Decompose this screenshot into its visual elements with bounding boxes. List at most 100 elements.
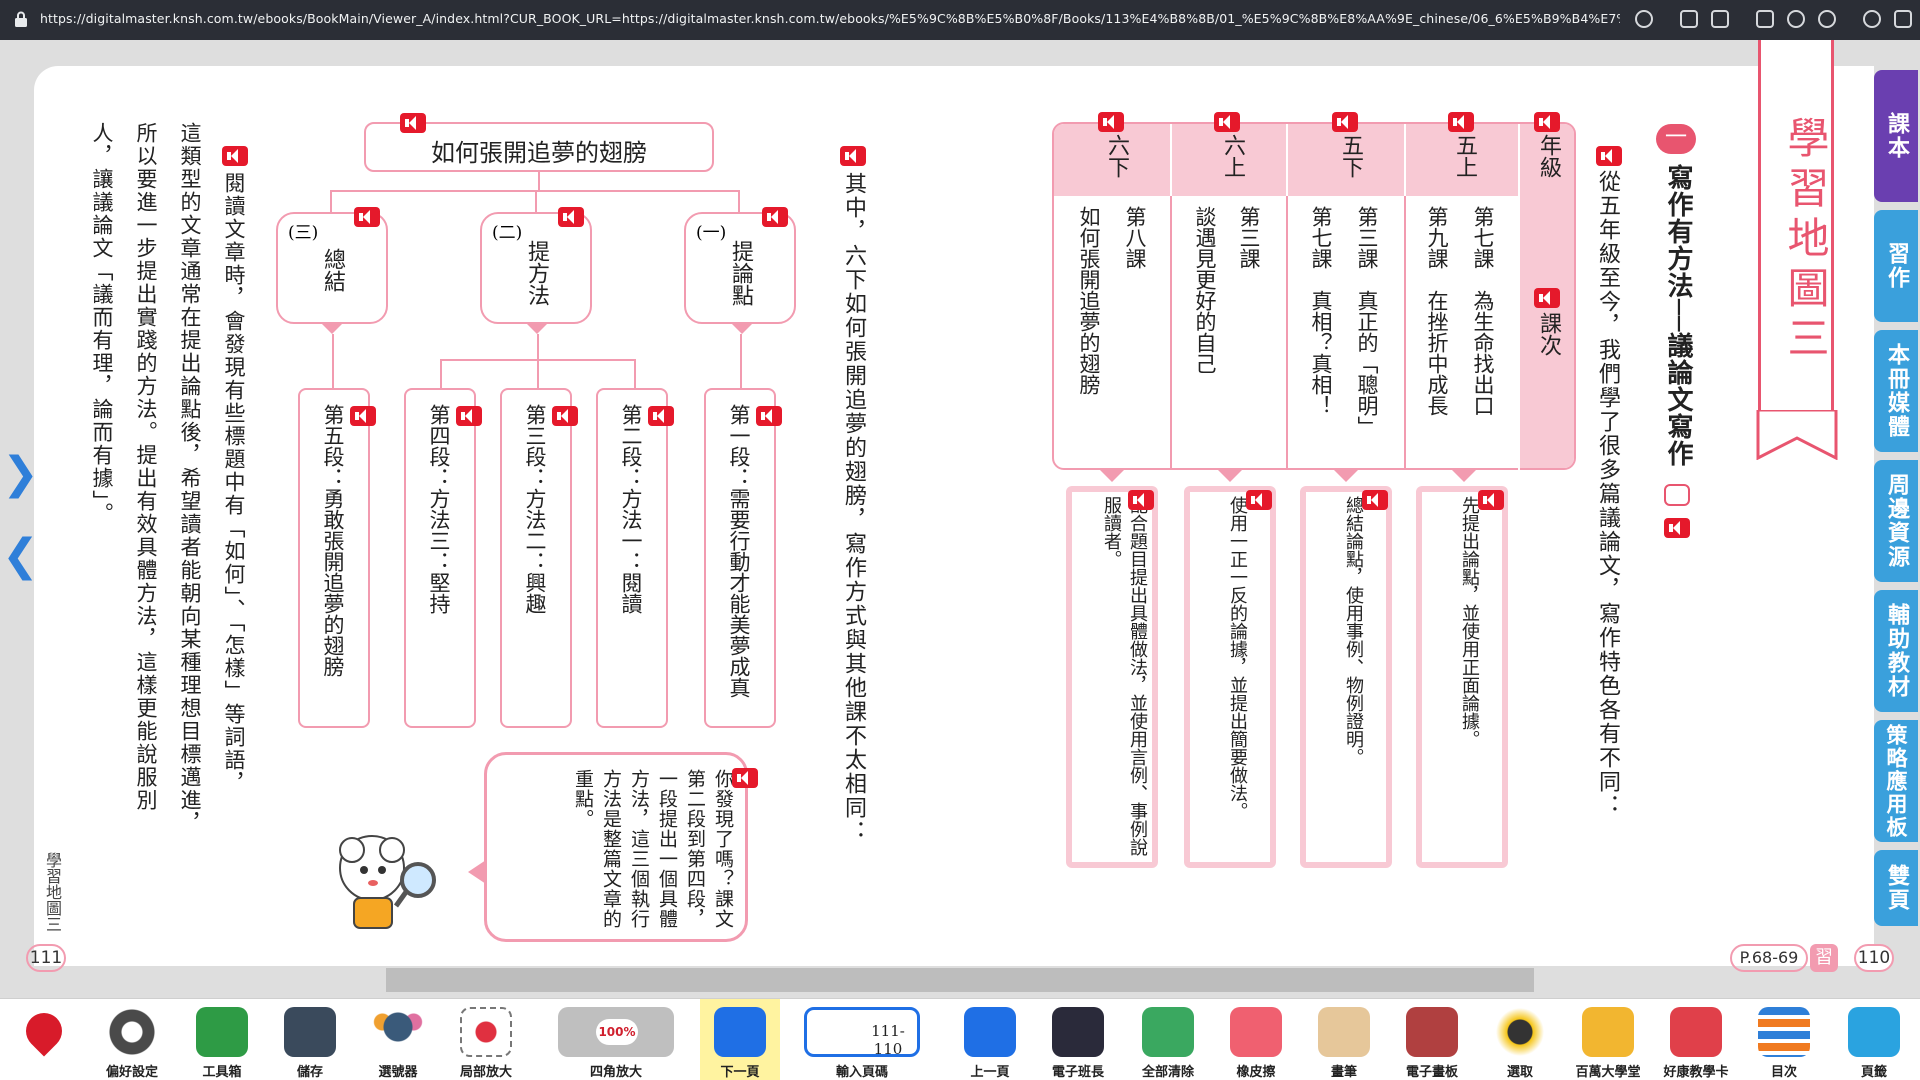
tab-strategy-board[interactable]: 策略應用板 xyxy=(1874,720,1918,842)
tool-bookmark[interactable]: 頁籤 xyxy=(1834,999,1914,1080)
body-column: 人，讓議論文「議而有理，論而有據」。 xyxy=(90,122,114,526)
tool-preferences[interactable]: 偏好設定 xyxy=(92,999,172,1080)
zoom-badge: 100% xyxy=(596,1019,638,1045)
save-icon xyxy=(284,1007,336,1057)
connector-line xyxy=(538,172,540,192)
paragraph-box-2: 第二段：方法一：閱讀 xyxy=(596,388,668,728)
tool-local-zoom[interactable]: 局部放大 xyxy=(446,999,526,1080)
book-spread: 如何張開追夢的翅膀 (一) 提論點 (二) 提方法 (三) 總結 第一段：需要行… xyxy=(0,0,1920,1080)
palette-icon xyxy=(1318,1007,1370,1057)
tool-million-class[interactable]: 百萬大學堂 xyxy=(1568,999,1648,1080)
tool-label: 百萬大學堂 xyxy=(1575,1065,1641,1080)
page-input-icon: 111-110 xyxy=(804,1007,920,1058)
speaker-icon[interactable] xyxy=(1478,490,1504,510)
speaker-icon[interactable] xyxy=(1214,112,1240,132)
paragraph-text: 第五段：勇敢張開追夢的翅膀 xyxy=(321,404,345,677)
title-banner: 學習地圖三 xyxy=(1758,40,1834,452)
tool-label: 橡皮擦 xyxy=(1236,1065,1276,1080)
tool-teaching-cards[interactable]: 好康教學卡 xyxy=(1656,999,1736,1080)
speaker-icon[interactable] xyxy=(1534,112,1560,132)
zoom-percent-icon: 100% xyxy=(558,1007,674,1057)
tab-resources[interactable]: 周邊資源 xyxy=(1874,460,1918,582)
tool-prev-page[interactable]: 上一頁 xyxy=(950,999,1030,1080)
banner-tail xyxy=(1756,410,1838,460)
speaker-icon[interactable] xyxy=(1448,112,1474,132)
speaker-icon[interactable] xyxy=(756,406,782,426)
tool-class-leader[interactable]: 電子班長 xyxy=(1038,999,1118,1080)
note-card: 使用一正一反的論據，並提出簡要做法。 xyxy=(1184,486,1276,868)
connector-line xyxy=(332,334,334,388)
note-card: 配合題目提出具體做法，並使用言例、事例說服讀者。 xyxy=(1066,486,1158,868)
speaker-icon[interactable] xyxy=(1362,490,1388,510)
speaker-icon[interactable] xyxy=(1664,518,1690,538)
lesson-cell: 第七課 為生命找出口 xyxy=(1471,206,1495,416)
tab-materials[interactable]: 輔助教材 xyxy=(1874,590,1918,712)
connector-line xyxy=(537,359,539,389)
note-text: 使用一正一反的論據，並提出簡要做法。 xyxy=(1227,496,1248,820)
body-column: 所以要進一步提出實踐的方法。提出有效具體方法，這樣更能說服別 xyxy=(134,122,158,812)
tool-pen[interactable]: 畫筆 xyxy=(1304,999,1384,1080)
table-header-row xyxy=(1054,124,1574,196)
easel-icon xyxy=(1406,1007,1458,1057)
tool-label: 局部放大 xyxy=(459,1065,512,1080)
arrow-down-icon xyxy=(1334,470,1358,482)
lesson-cell: 第七課 真相？真相！ xyxy=(1309,206,1333,416)
next-page-icon xyxy=(714,1007,766,1057)
branch-box-2: (二) 提方法 xyxy=(480,212,592,324)
tab-workbook[interactable]: 習作 xyxy=(1874,210,1918,322)
branch-label: (三) xyxy=(288,223,319,243)
tab-media[interactable]: 本冊媒體 xyxy=(1874,330,1918,452)
tool-page-input[interactable]: 111-110 輸入頁碼 xyxy=(800,999,924,1080)
speaker-icon[interactable] xyxy=(1534,288,1560,308)
speaker-icon[interactable] xyxy=(1128,490,1154,510)
speaker-icon[interactable] xyxy=(552,406,578,426)
mascot-icon xyxy=(339,835,436,929)
tool-toolbox[interactable]: 工具箱 xyxy=(182,999,262,1080)
speaker-icon[interactable] xyxy=(762,207,788,227)
tool-label: 好康教學卡 xyxy=(1663,1065,1729,1080)
side-tabs: 課本 習作 本冊媒體 周邊資源 輔助教材 策略應用板 雙頁 xyxy=(1874,40,1920,998)
tool-table-of-contents[interactable]: 目次 xyxy=(1744,999,1824,1080)
tool-eraser[interactable]: 橡皮擦 xyxy=(1216,999,1296,1080)
speaker-icon[interactable] xyxy=(1596,146,1622,166)
speaker-icon[interactable] xyxy=(456,406,482,426)
tool-clear-all[interactable]: 全部清除 xyxy=(1128,999,1208,1080)
speaker-icon[interactable] xyxy=(1332,112,1358,132)
connector-line xyxy=(330,190,332,212)
tool-corner-zoom[interactable]: 100% 四角放大 xyxy=(554,999,678,1080)
speaker-icon[interactable] xyxy=(840,146,866,166)
tab-double-page[interactable]: 雙頁 xyxy=(1874,850,1918,926)
speaker-icon[interactable] xyxy=(1098,112,1124,132)
speaker-icon[interactable] xyxy=(1246,490,1272,510)
speaker-icon[interactable] xyxy=(350,406,376,426)
eraser-icon xyxy=(1230,1007,1282,1057)
speaker-icon[interactable] xyxy=(648,406,674,426)
tool-label: 工具箱 xyxy=(202,1065,242,1080)
tool-label: 儲存 xyxy=(296,1065,323,1080)
pin-icon[interactable] xyxy=(18,1005,70,1057)
zoom-icon[interactable] xyxy=(1664,484,1690,506)
speaker-icon[interactable] xyxy=(558,207,584,227)
tool-save[interactable]: 儲存 xyxy=(270,999,350,1080)
tool-label: 選號器 xyxy=(378,1065,418,1080)
arrow-down-icon xyxy=(1218,470,1242,482)
tool-drawing-board[interactable]: 電子畫板 xyxy=(1392,999,1472,1080)
speaker-icon[interactable] xyxy=(222,146,248,166)
arrow-down-icon xyxy=(732,324,752,334)
speaker-icon[interactable] xyxy=(732,768,758,788)
tool-next-page[interactable]: 下一頁 xyxy=(700,999,780,1080)
page-reference[interactable]: P.68-69 xyxy=(1730,944,1808,972)
tab-textbook[interactable]: 課本 xyxy=(1874,70,1918,202)
table-divider xyxy=(1170,196,1172,470)
speaker-icon[interactable] xyxy=(354,207,380,227)
speaker-icon[interactable] xyxy=(400,113,426,133)
tool-label: 偏好設定 xyxy=(105,1065,158,1080)
tip-text: 你發現了嗎？課文第二段到第四段，一段提出一個具體方法，這三個執行方法是整篇文章的… xyxy=(572,769,734,929)
tool-select[interactable]: 選取 xyxy=(1480,999,1560,1080)
tool-label: 電子畫板 xyxy=(1405,1065,1458,1080)
cursor-icon xyxy=(1494,1007,1546,1057)
branch-text: 提方法 xyxy=(524,240,549,306)
lesson-cell: 第九課 在挫折中成長 xyxy=(1425,206,1449,416)
page-input-badge: 111-110 xyxy=(871,1022,905,1058)
tool-number-picker[interactable]: 選號器 xyxy=(358,999,438,1080)
